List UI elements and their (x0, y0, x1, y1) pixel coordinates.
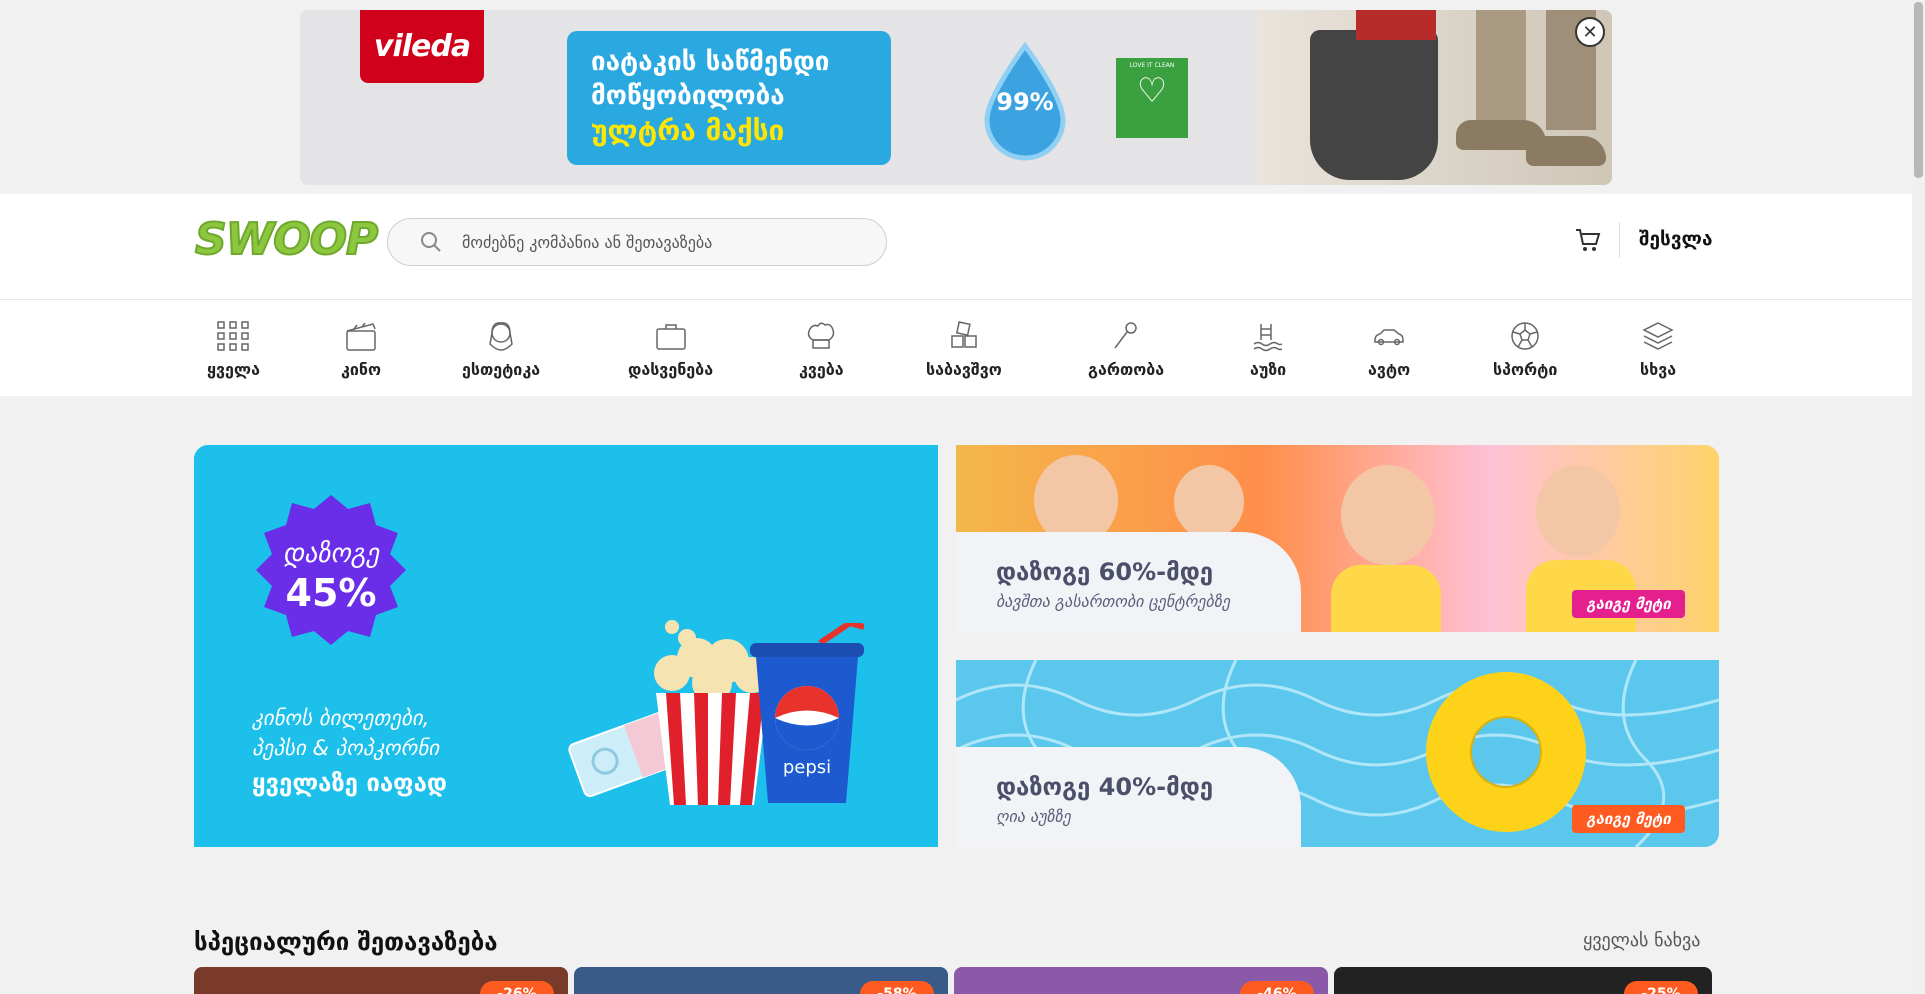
banner-info-panel: დაზოგე 40%-მდე ღია აუზზე (956, 747, 1301, 847)
see-all-link[interactable]: ყველას ნახვა (1583, 930, 1700, 951)
recycle-badge: LOVE IT CLEAN ♡ (1116, 58, 1188, 138)
discount-badge: დაზოგე 45% (252, 495, 410, 645)
category-all[interactable]: ყველა (207, 320, 260, 379)
pool-banner[interactable]: დაზოგე 40%-მდე ღია აუზზე გაიგე მეტი (956, 660, 1719, 847)
badge-line-1: დაზოგე (282, 539, 380, 569)
kid-photo (1536, 465, 1620, 557)
ad-line-2: მოწყობილობა (591, 81, 785, 111)
layers-icon (1642, 322, 1674, 350)
banner-title: დაზოგე 60%-მდე (996, 558, 1214, 586)
discount-pill: -46% (1240, 981, 1314, 994)
pool-icon (1253, 324, 1283, 352)
category-label: აუზი (1250, 360, 1287, 379)
swoop-logo[interactable]: SWOOP (194, 213, 379, 268)
category-label: კვება (799, 360, 844, 379)
ball-icon (1511, 322, 1539, 350)
ad-drop-value: 99% (996, 88, 1054, 116)
search-icon (421, 232, 441, 252)
top-ad-banner[interactable]: vileda იატაკის საწმენდი მოწყობილობა ულტრ… (300, 10, 1612, 185)
site-header: SWOOP შესვლა (0, 194, 1912, 300)
category-pool[interactable]: აუზი (1250, 320, 1286, 379)
pepsi-cup-icon: pepsi (750, 623, 864, 803)
microphone-icon (1114, 322, 1137, 349)
kids-center-banner[interactable]: დაზოგე 60%-მდე ბავშთა გასართობი ცენტრებზ… (956, 445, 1719, 632)
scrollbar-thumb[interactable] (1914, 2, 1923, 178)
search-bar[interactable] (387, 218, 887, 266)
category-label: ავტო (1368, 360, 1411, 379)
special-offers-title: სპეციალური შეთავაზება (194, 928, 498, 956)
kid-photo (1341, 465, 1435, 565)
category-entertainment[interactable]: გართობა (1088, 320, 1164, 379)
recycle-badge-text: LOVE IT CLEAN (1129, 62, 1175, 69)
promo-line-1: კინოს ბილეთები, (252, 706, 430, 730)
discount-pill: -25% (1624, 981, 1698, 994)
header-divider (1619, 222, 1620, 258)
category-label: საბავშვო (926, 360, 1002, 379)
category-cinema[interactable]: კინო (341, 320, 381, 379)
svg-text:pepsi: pepsi (783, 757, 831, 778)
learn-more-button[interactable]: გაიგე მეტი (1572, 590, 1685, 618)
deal-card[interactable]: -25% (1334, 967, 1712, 994)
shoe (1526, 136, 1606, 166)
toy-blocks-icon (951, 321, 977, 348)
grid-icon (217, 321, 250, 351)
banner-info-panel: დაზოგე 60%-მდე ბავშთა გასართობი ცენტრებზ… (956, 532, 1301, 632)
recycle-heart-icon: ♡ (1136, 71, 1168, 111)
mop-bucket (1310, 30, 1438, 180)
woman-face-icon (489, 322, 513, 351)
badge-line-2: 45% (285, 571, 377, 615)
search-input[interactable] (462, 232, 862, 252)
category-label: დასვენება (628, 360, 714, 379)
cinema-promo-banner[interactable]: დაზოგე 45% კინოს ბილეთები, პეპსი & პოპკო… (194, 445, 938, 847)
deal-card[interactable]: -58% (574, 967, 948, 994)
login-button[interactable]: შესვლა (1639, 228, 1713, 250)
category-aesthetics[interactable]: ესთეტიკა (462, 320, 540, 379)
chef-hat-icon (808, 322, 835, 349)
category-label: კინო (341, 360, 382, 379)
kid-photo (1174, 465, 1244, 539)
category-label: ყველა (207, 360, 260, 379)
bucket-handle (1356, 10, 1436, 40)
close-icon[interactable]: ✕ (1575, 17, 1605, 47)
category-label: გართობა (1088, 360, 1165, 379)
category-rest[interactable]: დასვენება (628, 320, 713, 379)
water-drop-icon: 99% (983, 41, 1067, 162)
car-icon (1374, 329, 1404, 346)
banner-title: დაზოგე 40%-მდე (996, 773, 1214, 801)
category-auto[interactable]: ავტო (1368, 320, 1410, 379)
learn-more-button[interactable]: გაიგე მეტი (1572, 805, 1685, 833)
category-label: სხვა (1640, 360, 1677, 379)
deal-card[interactable]: -46% (954, 967, 1328, 994)
discount-pill: -58% (860, 981, 934, 994)
category-sport[interactable]: სპორტი (1493, 320, 1557, 379)
category-label: სპორტი (1493, 360, 1558, 379)
category-food[interactable]: კვება (799, 320, 844, 379)
banner-description: ბავშთა გასართობი ცენტრებზე (996, 592, 1230, 611)
page-scrollbar[interactable] (1912, 0, 1925, 994)
cart-icon[interactable] (1574, 226, 1602, 254)
category-other[interactable]: სხვა (1640, 320, 1676, 379)
vileda-logo: vileda (360, 10, 484, 83)
leg (1476, 10, 1526, 130)
cinema-promo-text: კინოს ბილეთები, პეპსი & პოპკორნი ყველაზე… (252, 703, 447, 797)
ad-line-3: ულტრა მაქსი (591, 114, 785, 147)
category-nav: ყველა კინო ესთეტიკა დასვენება კვება საბა… (0, 300, 1912, 396)
clapperboard-icon (346, 322, 376, 351)
promo-line-3: ყველაზე იაფად (252, 769, 447, 797)
discount-pill: -26% (480, 981, 554, 994)
kid-shirt (1331, 565, 1441, 632)
suitcase-icon (655, 324, 686, 350)
promo-line-2: პეპსი & პოპკორნი (252, 736, 440, 760)
category-kids[interactable]: საბავშვო (926, 320, 1002, 379)
swim-ring-icon (1426, 672, 1586, 832)
banner-description: ღია აუზზე (996, 807, 1071, 826)
category-label: ესთეტიკა (462, 360, 541, 379)
deal-card[interactable]: -26% (194, 967, 568, 994)
ad-headline-box: იატაკის საწმენდი მოწყობილობა ულტრა მაქსი (567, 31, 891, 165)
ad-line-1: იატაკის საწმენდი (591, 47, 830, 77)
ad-product-photo (1256, 10, 1612, 185)
